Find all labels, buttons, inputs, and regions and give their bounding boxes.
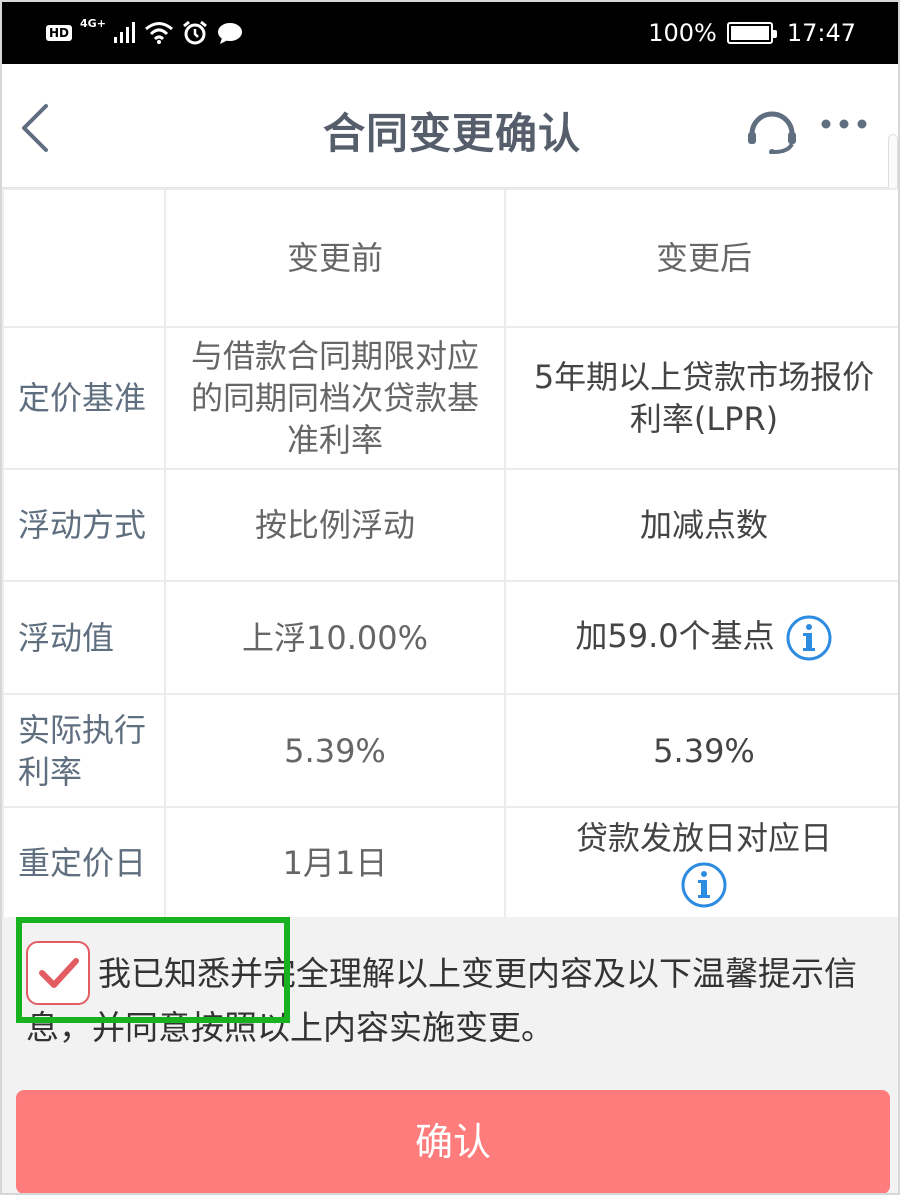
wifi-icon xyxy=(144,22,173,44)
hd-badge: HD xyxy=(46,25,73,41)
cell-after: 贷款发放日对应日 xyxy=(575,819,832,857)
row-label: 浮动方式 xyxy=(2,468,166,582)
table-header-row: 变更前 变更后 xyxy=(2,188,898,328)
nav-bar: 合同变更确认 xyxy=(2,64,898,474)
status-bar: HD 4G+ 100% 17:47 xyxy=(2,2,898,64)
row-label: 定价基准 xyxy=(2,326,166,470)
agreement-text[interactable]: 我已知悉并完全理解以上变更内容及以下温馨提示信息，并同意按照以上内容实施变更。 xyxy=(26,947,876,1055)
headset-icon[interactable] xyxy=(744,104,800,154)
cell-before: 与借款合同期限对应的同期同档次贷款基准利率 xyxy=(164,326,506,470)
row-label: 浮动值 xyxy=(2,580,166,695)
message-icon xyxy=(217,23,242,44)
cell-after: 加59.0个基点 xyxy=(575,616,775,655)
signal-icon xyxy=(113,22,135,43)
info-icon[interactable] xyxy=(680,861,728,909)
row-label: 重定价日 xyxy=(2,806,166,920)
cell-before: 上浮10.00% xyxy=(164,580,506,695)
table-row: 浮动方式 按比例浮动 加减点数 xyxy=(2,468,898,582)
status-left: HD 4G+ xyxy=(46,16,244,50)
table-header-empty xyxy=(2,188,166,328)
battery-icon xyxy=(726,22,777,44)
cell-after-wrap: 贷款发放日对应日 xyxy=(504,806,898,920)
confirm-button[interactable]: 确认 xyxy=(16,1090,890,1193)
header-after: 变更后 xyxy=(504,188,898,328)
cell-after: 5.39% xyxy=(504,693,898,808)
cell-after: 5年期以上贷款市场报价利率(LPR) xyxy=(504,326,898,470)
alarm-icon xyxy=(182,20,207,45)
status-right: 100% 17:47 xyxy=(648,16,856,50)
table-row: 实际执行利率 5.39% 5.39% xyxy=(2,693,898,808)
cell-after: 加减点数 xyxy=(504,468,898,582)
change-table: 变更前 变更后 定价基准 与借款合同期限对应的同期同档次贷款基准利率 5年期以上… xyxy=(2,188,898,920)
battery-percent: 100% xyxy=(648,19,717,47)
info-icon[interactable] xyxy=(785,614,833,662)
app-frame: HD 4G+ 100% 17:47 合同变更确认 变更前 变更后 定价基准 与借… xyxy=(0,0,900,1195)
clock: 17:47 xyxy=(786,19,856,47)
cell-after-wrap: 加59.0个基点 xyxy=(504,580,898,695)
agreement-section: 我已知悉并完全理解以上变更内容及以下温馨提示信息，并同意按照以上内容实施变更。 xyxy=(2,917,898,1082)
cell-before: 1月1日 xyxy=(164,806,506,920)
cell-before: 5.39% xyxy=(164,693,506,808)
network-type: 4G+ xyxy=(80,17,106,30)
more-icon[interactable] xyxy=(820,112,870,136)
table-row: 重定价日 1月1日 贷款发放日对应日 xyxy=(2,806,898,920)
table-row: 定价基准 与借款合同期限对应的同期同档次贷款基准利率 5年期以上贷款市场报价利率… xyxy=(2,326,898,470)
cell-before: 按比例浮动 xyxy=(164,468,506,582)
table-row: 浮动值 上浮10.00% 加59.0个基点 xyxy=(2,580,898,695)
header-before: 变更前 xyxy=(164,188,506,328)
row-label: 实际执行利率 xyxy=(2,693,166,808)
